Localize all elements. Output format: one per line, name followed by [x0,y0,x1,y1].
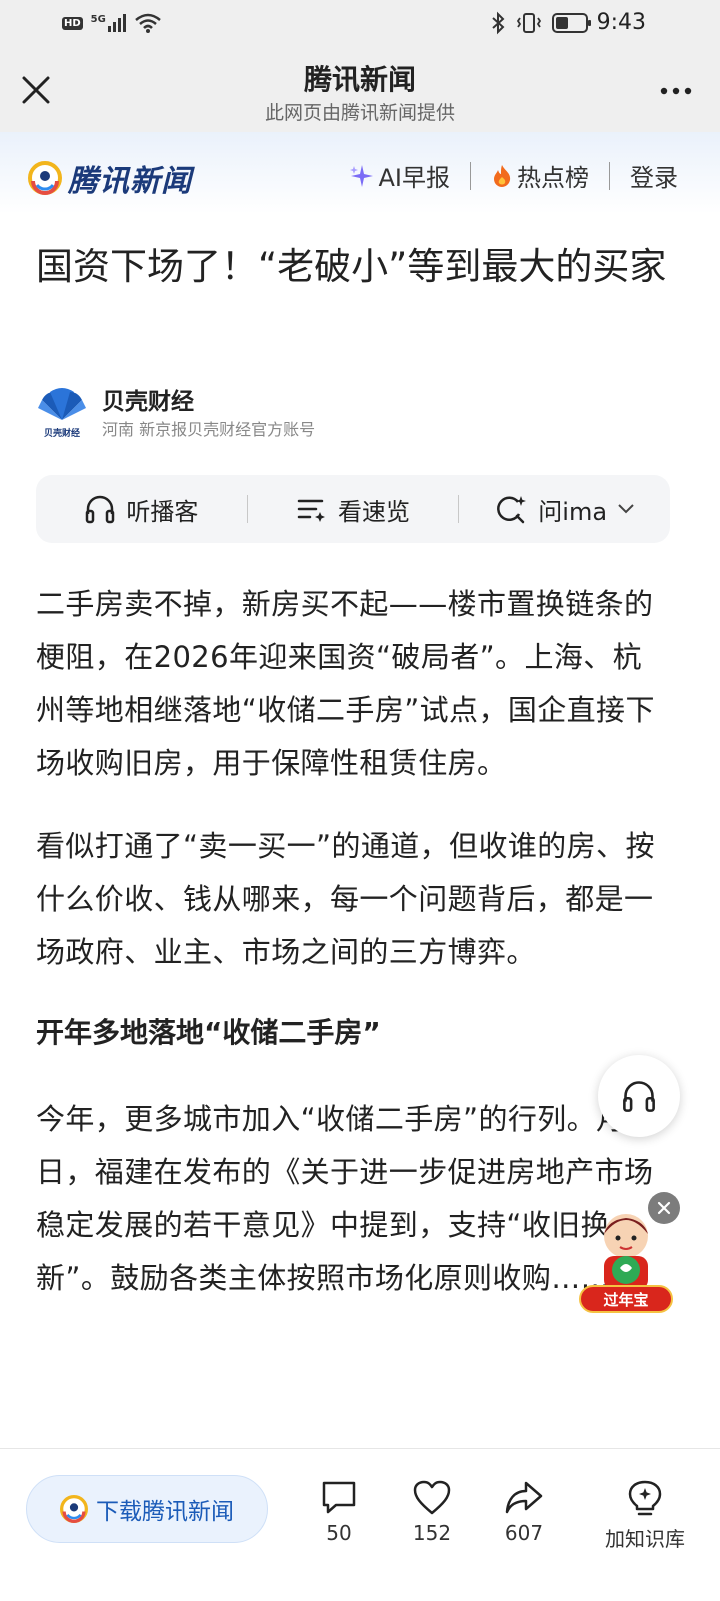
share-icon [505,1481,543,1514]
ask-ima-button[interactable]: 问ima [459,492,670,527]
article-paragraph: 二手房卖不掉，新房买不起——楼市置换链条的梗阻，在2026年迎来国资“破局者”。… [36,587,655,780]
wifi-icon [135,13,161,33]
author-block[interactable]: 贝壳财经 贝壳财经 河南 新京报贝壳财经官方账号 [36,380,676,444]
app-bar: 腾讯新闻 此网页由腾讯新闻提供 [0,50,720,132]
bluetooth-icon [492,11,505,35]
author-meta: 河南 新京报贝壳财经官方账号 [102,420,316,439]
headphones-icon [623,1081,655,1112]
article-paragraph: 看似打通了“卖一买一”的通道，但收谁的房、按什么价收、钱从哪来，每一个问题背后，… [36,829,655,969]
article-subheading: 开年多地落地“收储二手房” [36,1016,381,1049]
site-logo-text: 腾讯新闻 [68,164,192,199]
site-logo[interactable]: 腾讯新闻 [28,156,192,200]
app-bar-subtitle: 此网页由腾讯新闻提供 [264,102,455,124]
nav-login[interactable]: 登录 [630,158,678,193]
list-sparkle-icon [297,499,325,522]
status-right [490,11,592,35]
download-label: 下载腾讯新闻 [96,1499,234,1525]
lightbulb-sparkle-icon [628,1480,662,1516]
nav-divider [609,161,610,190]
article-tools: 听播客 看速览 问ima [36,475,670,543]
floating-audio-button[interactable] [598,1055,680,1137]
site-header: 腾讯新闻 AI早报 热点榜 登录 [0,132,720,214]
nav-label: 热点榜 [517,164,589,192]
bottom-bar: 下载腾讯新闻 50 152 607 加知识库 [0,1448,720,1601]
status-time: 9:43 [596,10,646,35]
headphones-icon [86,495,115,524]
app-bar-title: 腾讯新闻 [303,63,416,96]
sparkle-icon [349,164,373,187]
search-sparkle-icon [497,496,527,524]
5g-signal-icon: 5G [91,14,126,32]
heart-icon [413,1480,451,1515]
chevron-down-icon [618,504,634,514]
listen-podcast-button[interactable]: 听播客 [36,492,247,527]
promo-label: 过年宝 [603,1291,648,1309]
share-button[interactable]: 607 [479,1479,569,1545]
nav-divider [470,161,471,190]
site-nav: AI早报 热点榜 登录 [349,158,678,193]
comment-icon [322,1481,356,1514]
promo-close-button[interactable] [648,1192,680,1224]
nav-label: AI早报 [378,164,451,192]
vibrate-icon [516,13,542,33]
tool-label: 听播客 [126,497,199,526]
download-app-button[interactable]: 下载腾讯新闻 [26,1475,268,1543]
share-count: 607 [504,1521,544,1545]
like-button[interactable]: 152 [387,1479,477,1545]
close-icon [657,1201,671,1215]
tencent-news-logo-icon [28,161,62,195]
status-bar: HD 5G 9:43 [0,0,720,50]
comment-button[interactable]: 50 [294,1479,384,1545]
flame-icon [494,164,511,187]
hd-icon: HD [62,16,83,30]
author-name: 贝壳财经 [102,389,194,415]
quick-view-button[interactable]: 看速览 [248,492,459,527]
tool-label: 看速览 [338,497,410,526]
author-logo-caption: 贝壳财经 [44,427,80,439]
more-options-icon[interactable] [658,76,694,106]
nav-hot-list[interactable]: 热点榜 [491,158,589,193]
battery-icon [552,13,591,33]
article-title: 国资下场了！“老破小”等到最大的买家 [36,245,667,288]
add-knowledge-label: 加知识库 [605,1527,685,1551]
add-knowledge-button[interactable]: 加知识库 [590,1479,700,1552]
tencent-news-logo-icon [60,1495,88,1523]
like-count: 152 [412,1521,452,1545]
nav-ai-morning-report[interactable]: AI早报 [349,158,451,193]
comment-count: 50 [326,1521,352,1545]
nav-label: 登录 [630,164,678,192]
author-logo-icon: 贝壳财经 [38,388,86,439]
tool-label: 问ima [538,497,608,526]
status-left: HD 5G [62,12,162,34]
